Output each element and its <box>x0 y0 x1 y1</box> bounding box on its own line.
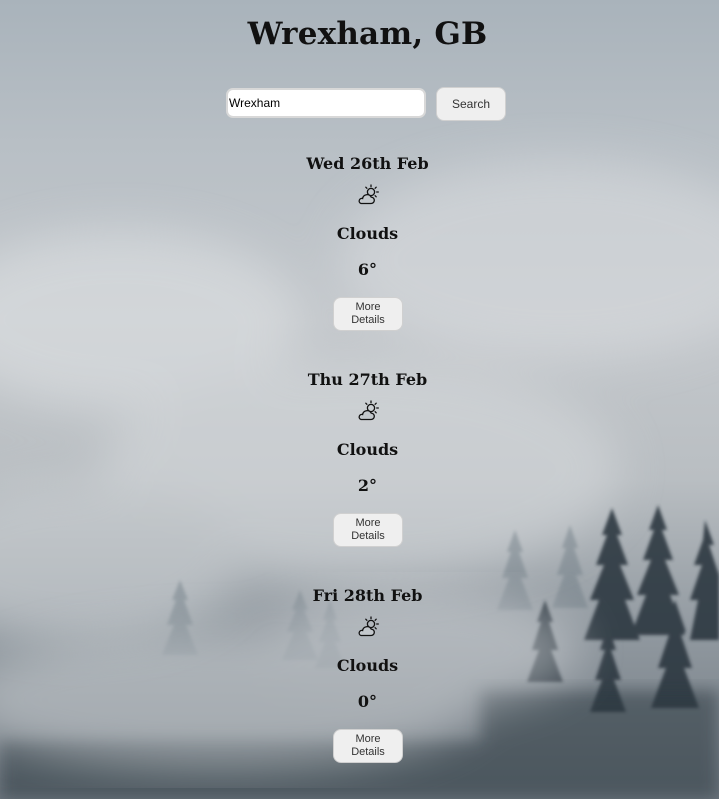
page-title: Wrexham, GB <box>247 16 488 52</box>
weather-app: Wrexham, GB Search Wed 26th Feb Clouds 6… <box>0 0 719 799</box>
more-details-button[interactable]: More Details <box>333 729 403 763</box>
more-details-button[interactable]: More Details <box>333 297 403 331</box>
forecast-date: Fri 28th Feb <box>312 586 423 605</box>
forecast-condition: Clouds <box>336 440 399 459</box>
partly-cloudy-icon <box>358 400 379 421</box>
forecast-temperature: 0° <box>357 692 378 711</box>
search-button[interactable]: Search <box>436 87 506 121</box>
forecast-date: Wed 26th Feb <box>306 154 429 173</box>
more-details-button[interactable]: More Details <box>333 513 403 547</box>
partly-cloudy-icon <box>358 616 379 637</box>
forecast-date: Thu 27th Feb <box>307 370 428 389</box>
search-input[interactable] <box>226 88 426 118</box>
forecast-condition: Clouds <box>336 224 399 243</box>
partly-cloudy-icon <box>358 184 379 205</box>
forecast-condition: Clouds <box>336 656 399 675</box>
forecast-temperature: 2° <box>357 476 378 495</box>
forecast-temperature: 6° <box>357 260 378 279</box>
